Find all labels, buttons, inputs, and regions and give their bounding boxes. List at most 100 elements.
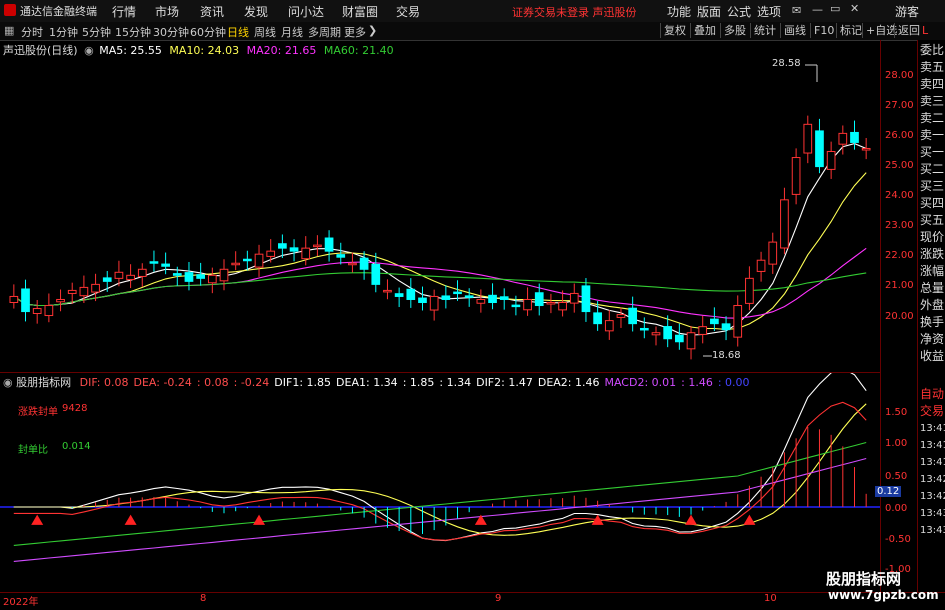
candle-body [453, 291, 462, 295]
app-title: 通达信金融终端 [20, 5, 97, 18]
candle-body [628, 307, 638, 325]
candle-body [324, 237, 334, 252]
grid-icon[interactable]: ▦ [4, 24, 14, 37]
period-weekly[interactable]: 周线 [254, 24, 276, 40]
period-30min[interactable]: 30分钟 [153, 24, 189, 40]
btn-f10[interactable]: F10 [810, 23, 837, 38]
main-legend: 声迅股份(日线) ◉ MA5: 25.55 MA10: 24.03 MA20: … [3, 42, 394, 58]
stock-name[interactable]: 声迅股份(日线) [3, 44, 78, 57]
period-multi[interactable]: 多周期 [308, 24, 341, 40]
price-axis: 28.00 27.00 26.00 25.00 24.00 23.00 22.0… [875, 40, 917, 592]
candle-body [56, 298, 65, 303]
btn-duogu[interactable]: 多股 [720, 23, 749, 38]
indicator-value: : 1.46 [681, 376, 713, 389]
zhangdie-value: 9428 [62, 403, 88, 414]
period-1min[interactable]: 1分钟 [49, 24, 78, 40]
candle-body [278, 243, 287, 249]
indicator-name[interactable]: 股朋指标网 [16, 376, 71, 389]
candle-body [219, 268, 229, 282]
indicator-value: DIF1: 1.85 [274, 376, 332, 389]
candle-body [21, 288, 30, 313]
btn-biaoji[interactable]: 标记 [836, 23, 865, 38]
candle-body [254, 253, 264, 268]
menu-trade[interactable]: 交易 [396, 3, 420, 20]
candle-body [126, 274, 135, 281]
close-icon[interactable]: ✕ [850, 2, 859, 15]
indicator-value: DIF2: 1.47 [476, 376, 533, 389]
y-tick: 20.00 [885, 311, 914, 322]
panel-l-label[interactable]: L [922, 24, 928, 37]
btn-tongji[interactable]: 统计 [750, 23, 779, 38]
user-guest[interactable]: 游客 [895, 3, 919, 20]
top-menu-bar: 通达信金融终端 行情 市场 资讯 发现 问小达 财富圈 交易 证券交易未登录 声… [0, 0, 945, 23]
indicator-chart[interactable] [0, 372, 880, 593]
tool-layout[interactable]: 版面 [697, 3, 721, 20]
ind-y-tick: 0.00 [885, 503, 908, 514]
buy-signal-triangle [124, 514, 137, 525]
quote-field-label: 卖四 [920, 77, 945, 91]
legend-dot-icon: ◉ [84, 44, 94, 57]
period-15min[interactable]: 15分钟 [115, 24, 151, 40]
period-5min[interactable]: 5分钟 [82, 24, 111, 40]
low-price-label: 18.68 [712, 350, 741, 361]
indicator-value: MACD2: 0.01 [604, 376, 677, 389]
candle-body [499, 296, 509, 300]
period-daily[interactable]: 日线 [227, 24, 249, 40]
candle-body [418, 297, 427, 304]
quote-field-label: 买二 [920, 162, 945, 176]
candle-body [359, 257, 369, 270]
quote-field-label: 卖二 [920, 111, 945, 125]
trade-time: 13:43 [920, 508, 945, 519]
candle-body [172, 273, 182, 276]
btn-huaxian[interactable]: 画线 [780, 23, 809, 38]
period-more[interactable]: 更多 [344, 24, 366, 40]
minimize-icon[interactable]: — [812, 3, 823, 16]
more-chevron-icon[interactable]: ❯ [368, 24, 377, 37]
y-tick: 25.00 [885, 160, 914, 171]
trade-time: 13:42 [920, 491, 945, 502]
restore-icon[interactable]: ▭ [830, 2, 840, 15]
candle-body [534, 292, 544, 307]
candle-body [581, 285, 591, 313]
period-60min[interactable]: 60分钟 [190, 24, 226, 40]
ind-y-tick: 1.50 [885, 407, 908, 418]
candle-body [815, 130, 824, 168]
indicator-value: DEA2: 1.46 [537, 376, 600, 389]
menu-market[interactable]: 市场 [155, 3, 179, 20]
y-tick: 22.00 [885, 250, 914, 261]
candle-body [429, 295, 439, 311]
trade-label[interactable]: 交易 [920, 403, 944, 420]
menu-discover[interactable]: 发现 [244, 3, 268, 20]
menu-quotes[interactable]: 行情 [112, 3, 136, 20]
menu-news[interactable]: 资讯 [200, 3, 224, 20]
candle-body [336, 254, 346, 258]
menu-ask[interactable]: 问小达 [288, 3, 324, 20]
dea2-line [13, 441, 867, 546]
long-line [13, 457, 867, 562]
candle-body [721, 323, 731, 331]
candle-body [207, 274, 217, 284]
quote-field-label: 换手 [920, 315, 945, 329]
period-toolbar: ▦ 分时 1分钟 5分钟 15分钟 30分钟 60分钟 日线 周线 月线 多周期… [0, 22, 945, 41]
date-tick: 10 [764, 593, 777, 604]
auto-label[interactable]: 自动 [920, 386, 944, 403]
quote-field-label: 买三 [920, 179, 945, 193]
indicator-value: : 1.34 [439, 376, 472, 389]
tool-function[interactable]: 功能 [667, 3, 691, 20]
btn-diejia[interactable]: 叠加 [690, 23, 719, 38]
period-fenshi[interactable]: 分时 [21, 24, 43, 40]
ma60-line [13, 272, 867, 307]
legend-dot-icon: ◉ [3, 376, 13, 389]
period-monthly[interactable]: 月线 [281, 24, 303, 40]
trade-login-notice[interactable]: 证券交易未登录 声迅股份 [512, 4, 637, 20]
high-price-label: 28.58 [772, 58, 801, 69]
tool-options[interactable]: 选项 [757, 3, 781, 20]
message-icon[interactable]: ✉ [792, 4, 801, 17]
btn-fuquan[interactable]: 复权 [660, 23, 689, 38]
watermark-title: 股朋指标网 [826, 570, 902, 588]
btn-fanhui[interactable]: 返回 [894, 23, 923, 38]
menu-wealth[interactable]: 财富圈 [342, 3, 378, 20]
tool-formula[interactable]: 公式 [727, 3, 751, 20]
kline-chart[interactable] [0, 40, 880, 371]
candle-body [756, 259, 766, 272]
